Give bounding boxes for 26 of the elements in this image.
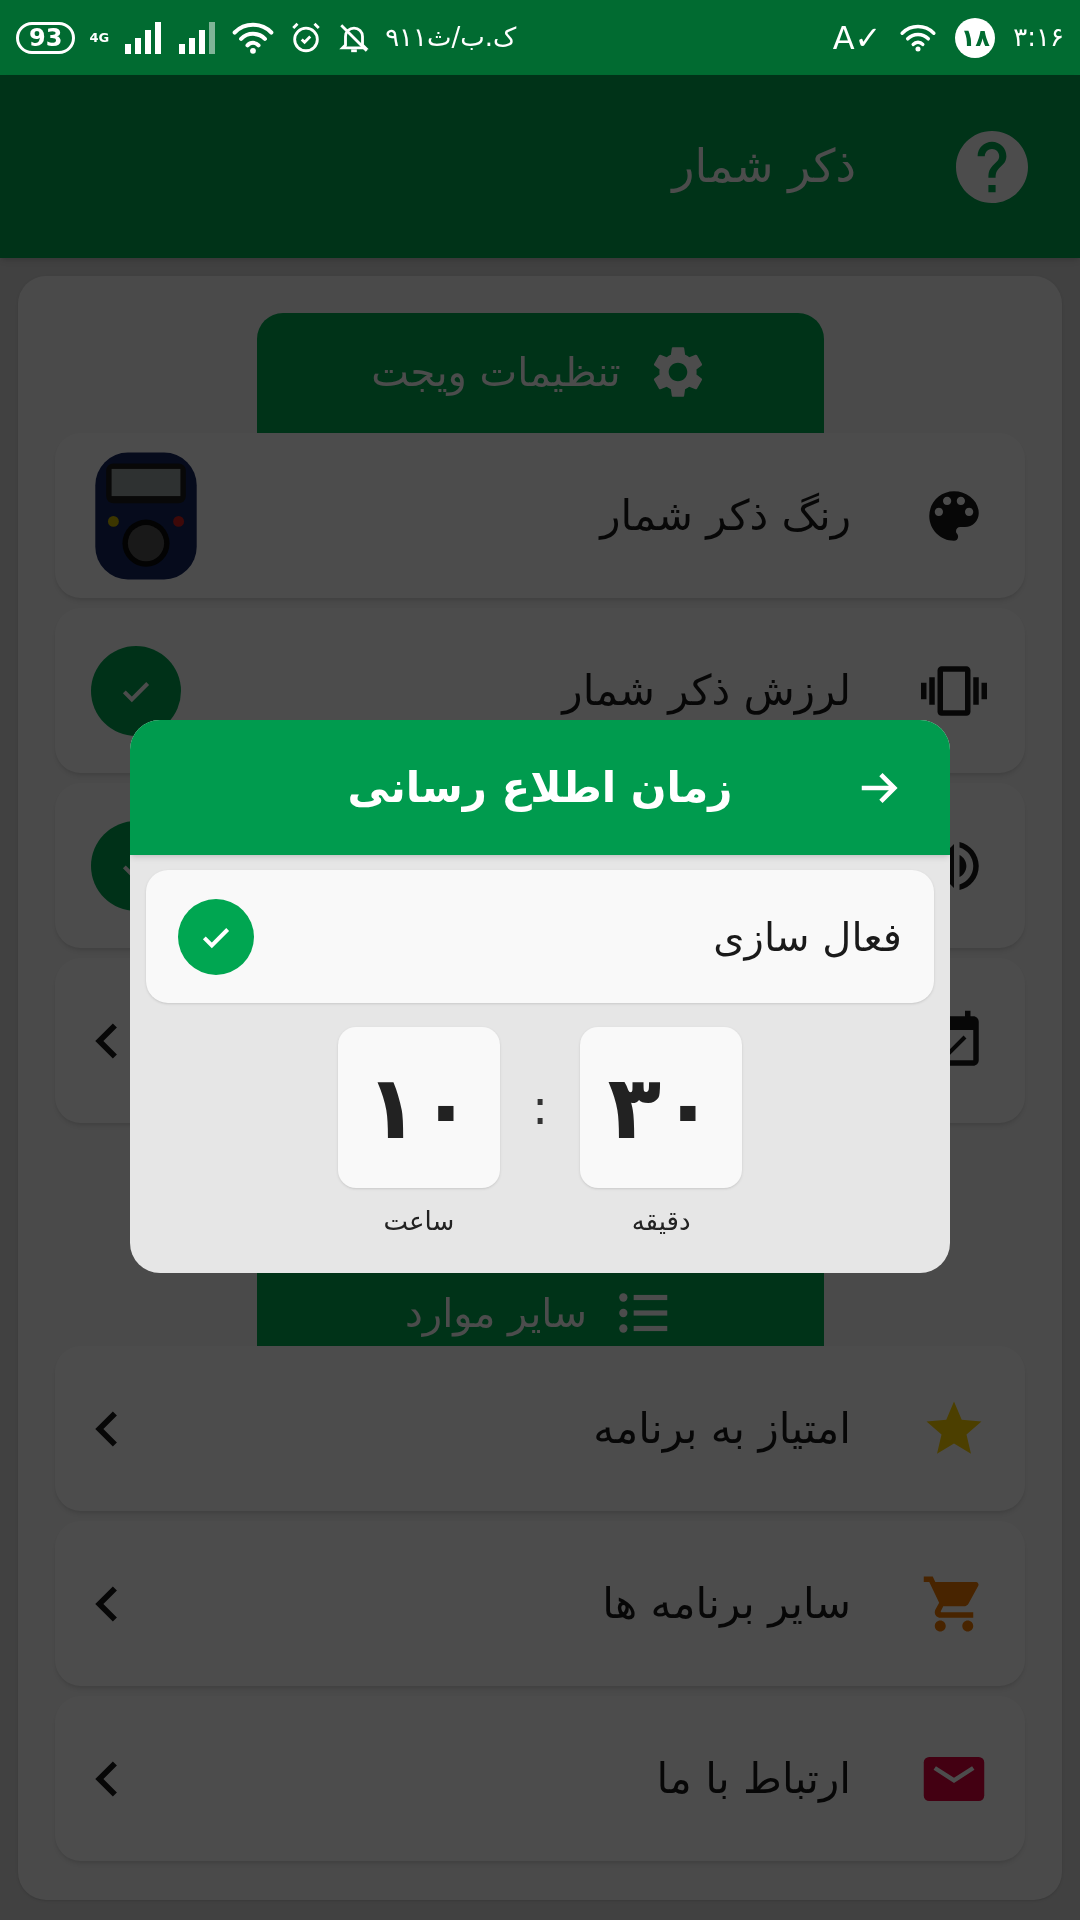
- section-title: سایر موارد: [405, 1289, 587, 1339]
- notification-count: ۱۸: [955, 17, 996, 58]
- app-title: ذکر شمار: [669, 138, 856, 196]
- wifi-icon: [899, 22, 938, 53]
- row-label: امتیاز به برنامه: [592, 1403, 851, 1455]
- wifi-icon: [231, 20, 276, 55]
- clock-time: ۳:۱۶: [1013, 21, 1064, 54]
- time-field[interactable]: ۳۰: [580, 1027, 743, 1188]
- activation-row[interactable]: فعال سازی: [146, 870, 934, 1003]
- activation-label: فعال سازی: [713, 912, 902, 963]
- row-label: رنگ ذکر شمار: [597, 490, 851, 542]
- dialog-title: زمان اطلاع رسانی: [346, 762, 734, 814]
- indicator-icon: A✓: [832, 13, 882, 62]
- carrier-name: ۹۱۱ک.ب/ث: [385, 21, 517, 54]
- time-unit-label: ساعت: [383, 1205, 455, 1238]
- row-label: لرزش ذکر شمار: [559, 665, 851, 717]
- signal-icon: [123, 21, 164, 54]
- battery-level: 93: [16, 21, 76, 54]
- time-unit-label: دقیقه: [631, 1205, 691, 1238]
- row-label: سایر برنامه ها: [601, 1578, 851, 1630]
- network-type: 4G: [89, 31, 110, 44]
- time-field[interactable]: ۱۰: [337, 1027, 500, 1188]
- row-label: ارتباط با ما: [655, 1753, 851, 1805]
- section-title: تنظیمات ویجت: [371, 348, 621, 398]
- time-separator: :: [530, 1078, 550, 1137]
- signal-icon: [177, 21, 218, 54]
